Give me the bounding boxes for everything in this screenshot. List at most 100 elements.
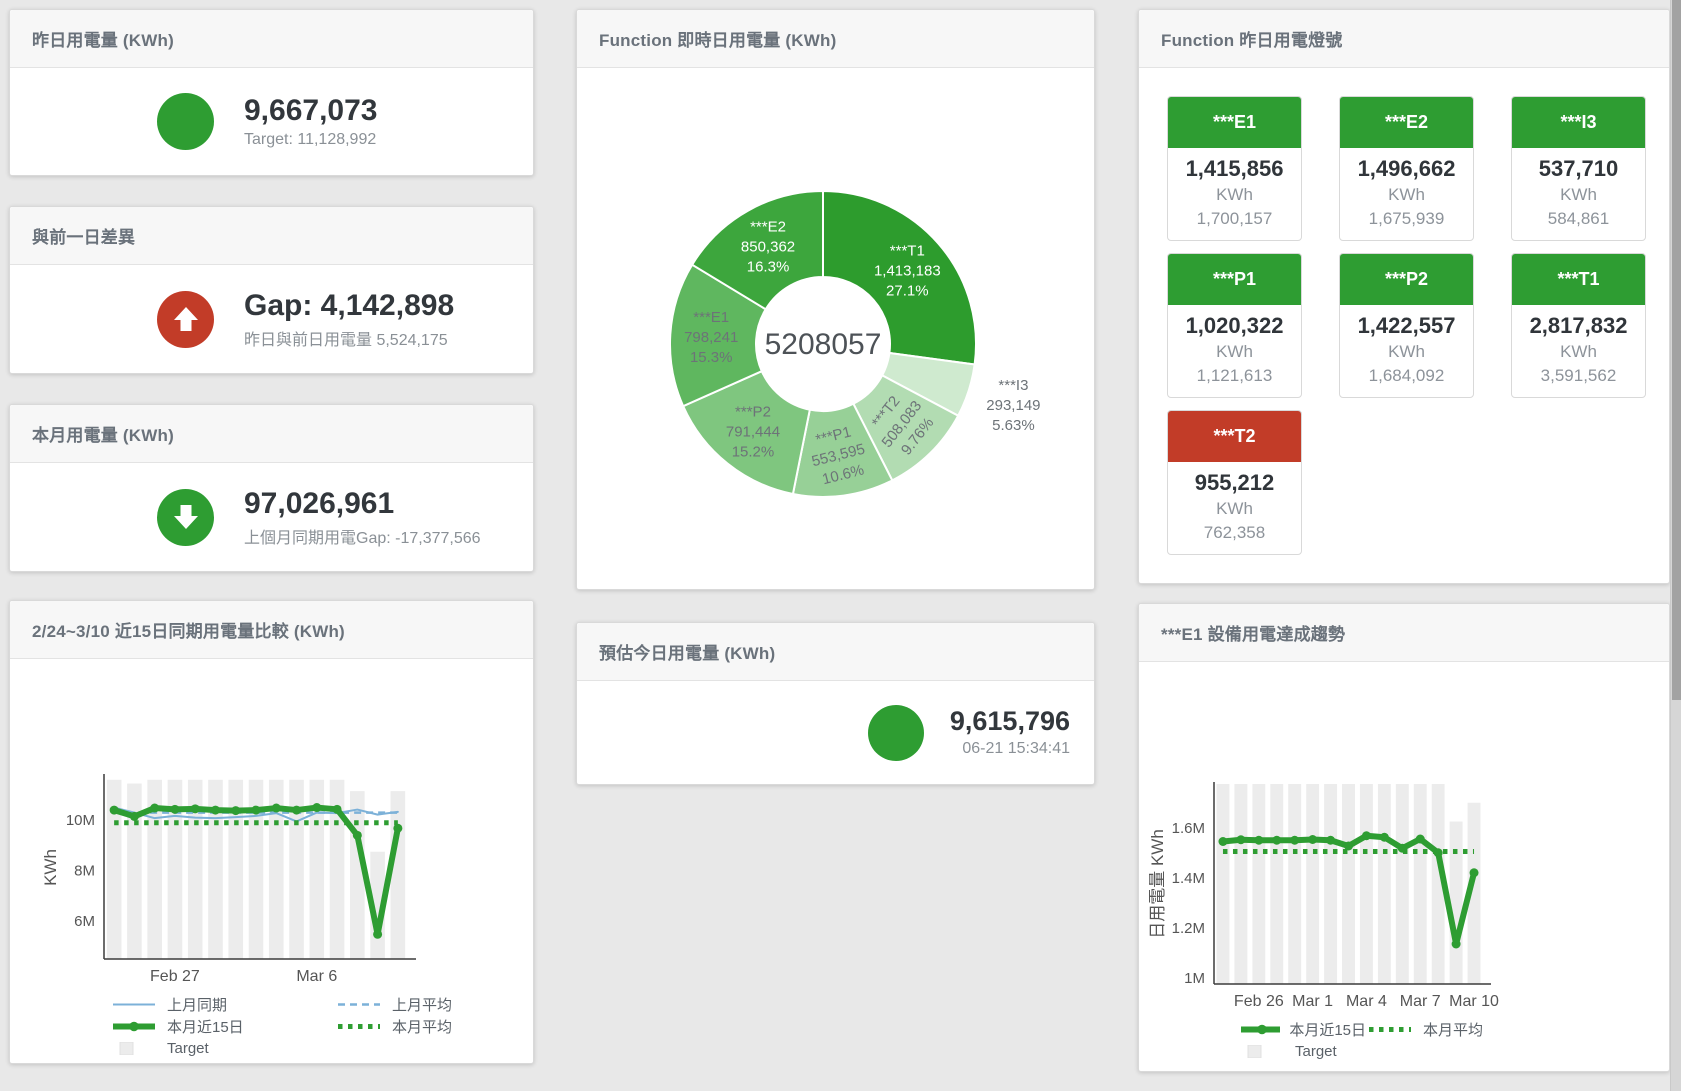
panel-header: 預估今日用電量 (KWh) [577,623,1094,681]
legend-row: 上月同期上月平均 [110,993,533,1015]
panel-day-gap: 與前一日差異 Gap: 4,142,898 昨日與前日用電量 5,524,175 [9,206,534,374]
stat-value: 9,615,796 [950,707,1070,737]
legend-item[interactable]: 本月近15日 [110,1016,335,1037]
donut-center-total: 5208057 [765,328,882,361]
panel-title[interactable]: 與前一日差異 [32,223,135,248]
legend-swatch-icon [1366,1023,1414,1036]
tile-value: 1,496,662 [1340,156,1473,182]
tile-name: ***P2 [1340,254,1473,305]
legend-swatch-icon [110,998,158,1011]
x-axis-tick-label: Feb 27 [150,968,200,985]
scrollbar-thumb[interactable] [1672,0,1681,700]
legend-item[interactable]: 上月同期 [110,994,335,1015]
panel-body: 6M8M10MKWhFeb 27Mar 6 上月同期上月平均本月近15日本月平均… [10,659,533,1063]
legend-item[interactable]: Target [1238,1043,1366,1060]
target-bar [127,784,142,959]
series-marker [1398,844,1407,853]
tile-value: 1,415,856 [1168,156,1301,182]
series-marker [1218,837,1227,846]
tile-target: 1,700,157 [1168,207,1301,230]
legend-label: 本月平均 [392,1016,452,1037]
tile-name: ***T1 [1512,254,1645,305]
light-tile: ***T12,817,832KWh3,591,562 [1511,253,1646,398]
series-marker [1416,835,1425,844]
series-marker [272,804,281,813]
panel-e1-trend: ***E1 設備用電達成趨勢 1M1.2M1.4M1.6M日用電量 KWhFeb… [1138,603,1670,1072]
y-axis-tick-label: 6M [74,913,95,930]
legend-item[interactable]: 本月平均 [1366,1019,1646,1040]
panel-title[interactable]: 昨日用電量 (KWh) [32,26,174,51]
down-arrow-icon [157,489,214,546]
legend-row: 本月近15日本月平均 [1238,1018,1669,1040]
stat-subtext: Target: 11,128,992 [244,131,377,149]
tile-unit: KWh [1512,340,1645,363]
tile-value: 1,422,557 [1340,313,1473,339]
legend-row: Target [110,1037,533,1059]
tile-unit: KWh [1168,183,1301,206]
legend-swatch-icon [1238,1045,1286,1058]
panel-header: 昨日用電量 (KWh) [10,10,533,68]
series-marker [312,803,321,812]
tile-body: 1,020,322KWh1,121,613 [1168,305,1301,397]
tile-name: ***I3 [1512,97,1645,148]
stat-text: 9,615,796 06-21 15:34:41 [950,707,1070,759]
scrollbar-track[interactable] [1670,0,1681,1091]
series-marker [1380,833,1389,842]
series-marker [1290,836,1299,845]
panel-title[interactable]: Function 昨日用電燈號 [1161,26,1342,51]
light-tile: ***P21,422,557KWh1,684,092 [1339,253,1474,398]
panel-title[interactable]: 2/24~3/10 近15日同期用電量比較 (KWh) [32,617,345,642]
legend-swatch-icon [110,1042,158,1055]
legend-item[interactable]: 上月平均 [335,994,534,1015]
series-marker [130,812,139,821]
legend-label: Target [167,1040,209,1057]
target-bar [1378,784,1391,984]
status-circle-icon [868,705,924,761]
tile-target: 1,121,613 [1168,364,1301,387]
tile-value: 537,710 [1512,156,1645,182]
tile-name: ***P1 [1168,254,1301,305]
chart-legend: 本月近15日本月平均Target [1238,1018,1669,1062]
target-bar [1252,784,1265,984]
panel-body: 97,026,961 上個月同期用電Gap: -17,377,566 [10,463,533,571]
realtime-donut-chart: ***T11,413,18327.1%***I3293,1495.63%***T… [577,68,1095,590]
x-axis-tick-label: Feb 26 [1234,993,1284,1010]
tile-name: ***E1 [1168,97,1301,148]
x-axis-tick-label: Mar 7 [1400,993,1441,1010]
legend-item[interactable]: Target [110,1040,335,1057]
panel-title[interactable]: Function 即時日用電量 (KWh) [599,26,836,51]
stat-subtext: 昨日與前日用電量 5,524,175 [244,326,454,350]
tile-body: 1,496,662KWh1,675,939 [1340,148,1473,240]
legend-label: 本月近15日 [167,1016,244,1037]
status-circle-icon [157,93,214,150]
series-marker [252,806,261,815]
panel-month-usage: 本月用電量 (KWh) 97,026,961 上個月同期用電Gap: -17,3… [9,404,534,572]
panel-title[interactable]: 本月用電量 (KWh) [32,421,174,446]
series-marker [353,831,362,840]
legend-item[interactable]: 本月平均 [335,1016,534,1037]
tile-body: 537,710KWh584,861 [1512,148,1645,240]
series-marker [231,806,240,815]
stat-text: 9,667,073 Target: 11,128,992 [244,94,377,149]
tile-unit: KWh [1168,497,1301,520]
legend-item[interactable]: 本月近15日 [1238,1019,1366,1040]
series-marker [211,806,220,815]
panel-body: 9,615,796 06-21 15:34:41 [577,681,1094,784]
y-axis-label: 日用電量 KWh [1148,829,1167,939]
e1-trend-line-chart: 1M1.2M1.4M1.6M日用電量 KWhFeb 26Mar 1Mar 4Ma… [1139,662,1670,1014]
legend-swatch-icon [110,1020,158,1033]
tile-name: ***E2 [1340,97,1473,148]
series-marker [1470,868,1479,877]
series-marker [1434,848,1443,857]
panel-title[interactable]: 預估今日用電量 (KWh) [599,639,775,664]
target-bar [1414,784,1427,984]
legend-label: 本月近15日 [1289,1019,1366,1040]
tile-body: 955,212KWh762,358 [1168,462,1301,554]
light-tile: ***E21,496,662KWh1,675,939 [1339,96,1474,241]
target-bar [1396,784,1409,984]
panel-header: Function 即時日用電量 (KWh) [577,10,1094,68]
panel-title[interactable]: ***E1 設備用電達成趨勢 [1161,620,1345,645]
up-arrow-icon [157,291,214,348]
panel-yesterday-usage: 昨日用電量 (KWh) 9,667,073 Target: 11,128,992 [9,9,534,176]
x-axis-tick-label: Mar 6 [296,968,337,985]
